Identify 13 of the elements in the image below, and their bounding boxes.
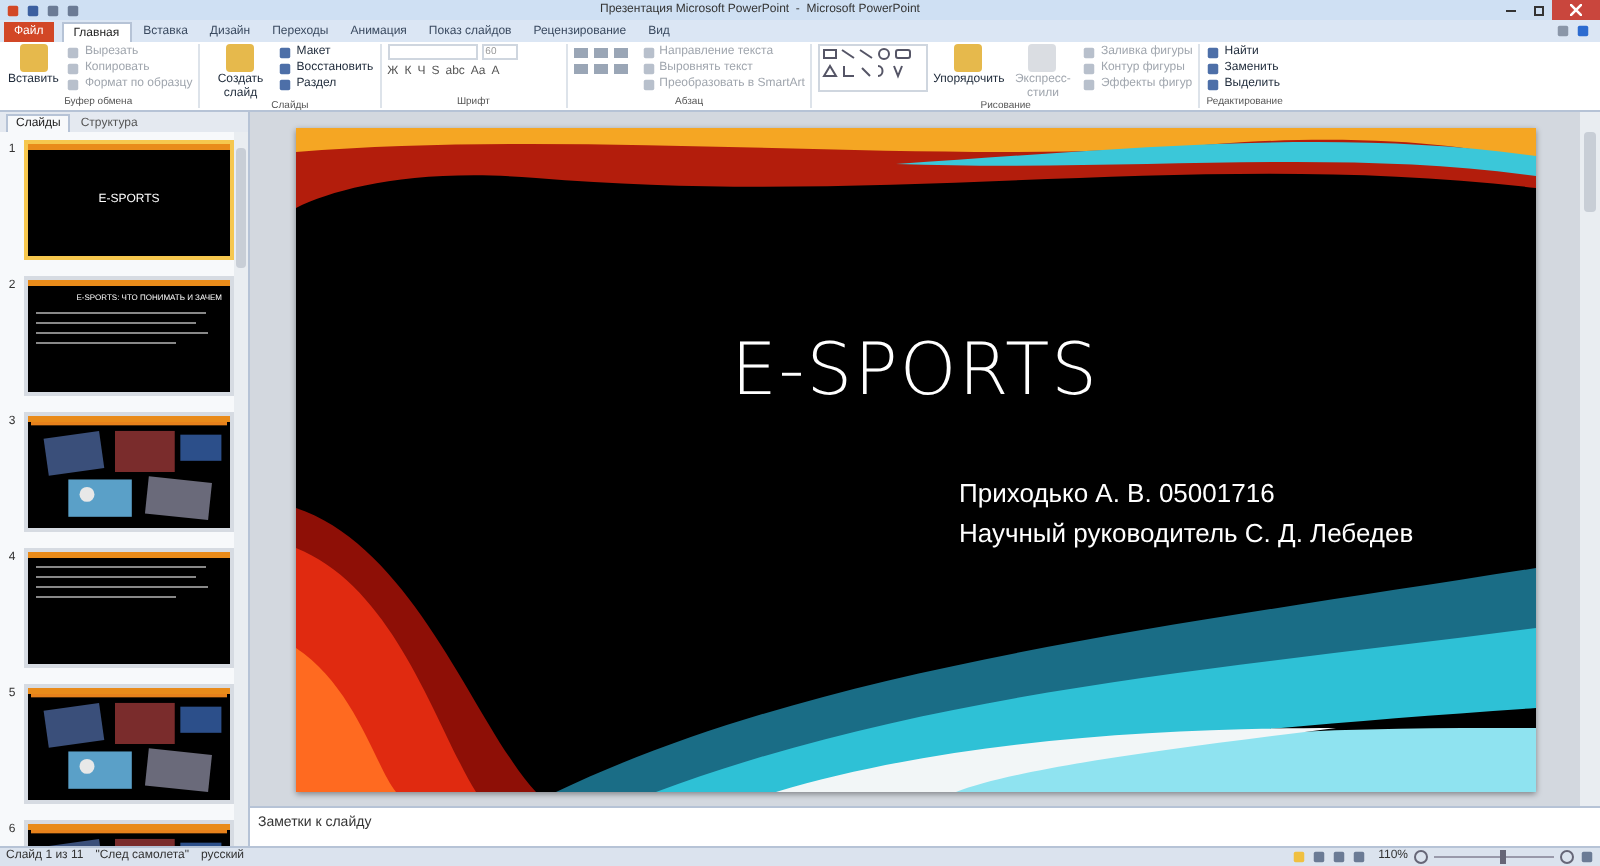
font-name-field[interactable] bbox=[387, 44, 478, 60]
scrollbar[interactable] bbox=[1580, 112, 1600, 806]
slide-thumbnail[interactable] bbox=[24, 548, 234, 668]
zoom-in-icon[interactable] bbox=[1560, 850, 1574, 864]
close-button[interactable] bbox=[1552, 0, 1600, 20]
slide-subtitle: Приходько А. В. 05001716 bbox=[959, 478, 1277, 508]
scrollbar[interactable] bbox=[234, 132, 248, 846]
zoom-thumb[interactable] bbox=[1500, 850, 1506, 864]
close-icon bbox=[1570, 4, 1582, 16]
zoom-out-icon[interactable] bbox=[1414, 850, 1428, 864]
slide-subtitle: Научный руководитель С. Д. Лебедев bbox=[959, 518, 1416, 548]
slide-title: E-SPORTS bbox=[731, 336, 1099, 408]
shapes-gallery-drawing[interactable] bbox=[818, 44, 929, 92]
